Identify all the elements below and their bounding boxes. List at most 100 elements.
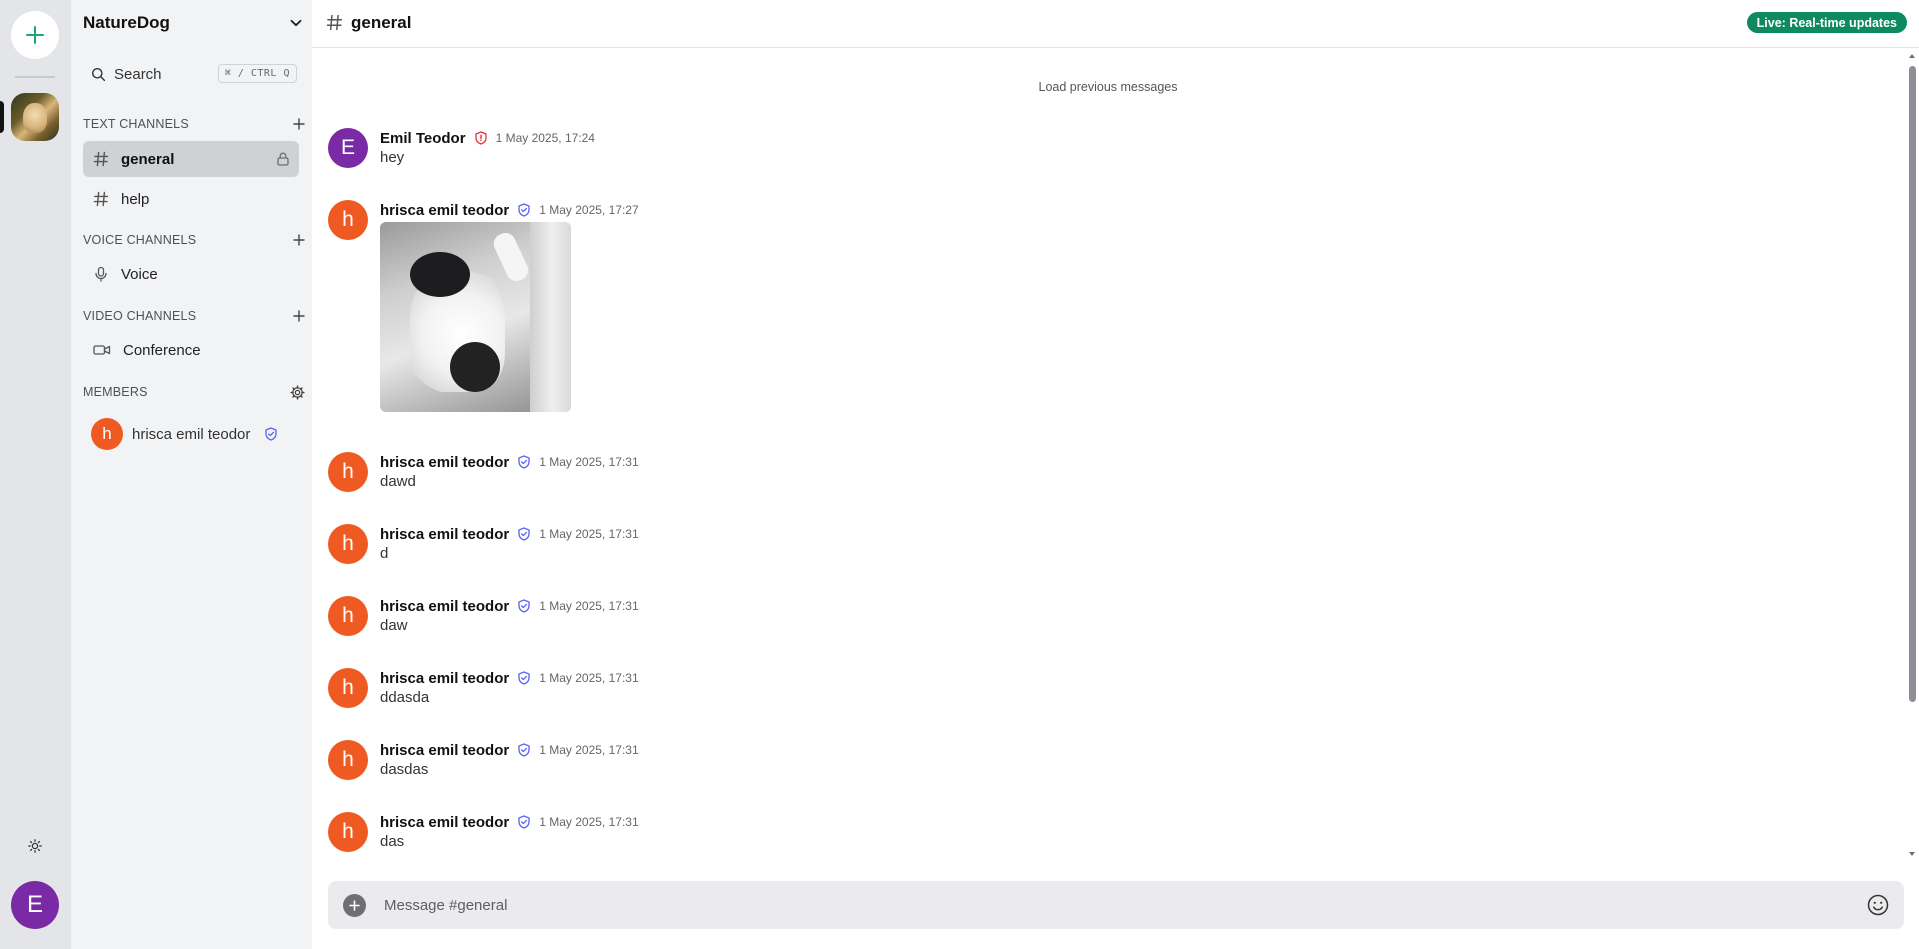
message-timestamp: 1 May 2025, 17:31: [539, 599, 639, 613]
emoji-icon[interactable]: [1866, 893, 1890, 917]
sun-icon: [28, 839, 42, 853]
section-title-video: VIDEO CHANNELS: [83, 309, 197, 323]
message-header: hrisca emil teodor 1 May 2025, 17:27: [380, 200, 639, 220]
add-text-channel-icon[interactable]: [293, 118, 305, 130]
message-header: hrisca emil teodor 1 May 2025, 17:31: [380, 524, 639, 544]
app-window: E NatureDog Search ⌘ / CTRL Q TEXT CHANN…: [0, 0, 1919, 949]
avatar[interactable]: h: [328, 740, 368, 780]
microphone-icon: [95, 266, 107, 282]
avatar[interactable]: h: [328, 452, 368, 492]
message-timestamp: 1 May 2025, 17:24: [495, 131, 595, 145]
gear-icon[interactable]: [290, 384, 305, 400]
active-server-indicator: [0, 101, 4, 133]
verified-shield-icon: [517, 599, 531, 613]
add-video-channel-icon[interactable]: [293, 310, 305, 322]
add-voice-channel-icon[interactable]: [293, 234, 305, 246]
verified-shield-icon: [517, 815, 531, 829]
cat-body-patch: [450, 342, 500, 392]
members-header: MEMBERS: [83, 383, 305, 401]
message-author[interactable]: hrisca emil teodor: [380, 454, 509, 471]
search-button[interactable]: Search ⌘ / CTRL Q: [83, 60, 301, 88]
channel-item-help[interactable]: help: [83, 181, 299, 217]
avatar[interactable]: h: [328, 668, 368, 708]
verified-shield-icon: [517, 527, 531, 541]
plus-icon: [26, 26, 44, 44]
add-server-button[interactable]: [11, 11, 59, 59]
verified-shield-icon: [517, 743, 531, 757]
message-author[interactable]: hrisca emil teodor: [380, 814, 509, 831]
message-author[interactable]: hrisca emil teodor: [380, 202, 509, 219]
channel-label: Conference: [123, 341, 201, 359]
channel-item-voice[interactable]: Voice: [83, 256, 299, 292]
hash-icon: [93, 151, 109, 167]
avatar[interactable]: h: [328, 812, 368, 852]
section-title-members: MEMBERS: [83, 385, 148, 399]
message-header: hrisca emil teodor 1 May 2025, 17:31: [380, 668, 639, 688]
message-author[interactable]: hrisca emil teodor: [380, 526, 509, 543]
message-author[interactable]: hrisca emil teodor: [380, 742, 509, 759]
server-rail: E: [0, 0, 71, 949]
scroll-up-arrow-icon[interactable]: [1908, 52, 1916, 60]
avatar[interactable]: E: [328, 128, 368, 168]
channel-sidebar: NatureDog Search ⌘ / CTRL Q TEXT CHANNEL…: [71, 0, 312, 949]
message-header: hrisca emil teodor 1 May 2025, 17:31: [380, 452, 639, 472]
server-name: NatureDog: [83, 13, 170, 32]
video-camera-icon: [93, 345, 111, 355]
message-timestamp: 1 May 2025, 17:31: [539, 743, 639, 757]
attach-button[interactable]: [343, 894, 366, 917]
page-title: general: [351, 13, 412, 32]
channel-label: help: [121, 190, 150, 208]
plus-icon: [349, 900, 360, 911]
verified-shield-icon: [265, 427, 278, 441]
cat-photo-attachment[interactable]: [380, 222, 571, 412]
avatar[interactable]: h: [328, 596, 368, 636]
message-text: ddasda: [380, 689, 430, 706]
scrollbar-thumb[interactable]: [1909, 66, 1916, 702]
message-composer: [328, 881, 1904, 929]
message-timestamp: 1 May 2025, 17:27: [539, 203, 639, 217]
message-header: hrisca emil teodor 1 May 2025, 17:31: [380, 596, 639, 616]
verified-shield-icon: [517, 671, 531, 685]
channel-item-conference[interactable]: Conference: [83, 332, 299, 368]
message-header: hrisca emil teodor 1 May 2025, 17:31: [380, 812, 639, 832]
message-author[interactable]: hrisca emil teodor: [380, 670, 509, 687]
hash-icon: [93, 191, 109, 207]
message-author[interactable]: Emil Teodor: [380, 130, 466, 147]
channel-item-general[interactable]: general: [83, 141, 299, 177]
section-title-voice: VOICE CHANNELS: [83, 233, 197, 247]
search-icon: [92, 67, 106, 81]
scroll-down-arrow-icon[interactable]: [1908, 850, 1916, 858]
admin-shield-icon: [474, 131, 488, 145]
verified-shield-icon: [517, 203, 531, 217]
message-text: dawd: [380, 473, 416, 490]
search-label: Search: [114, 65, 162, 83]
theme-toggle-button[interactable]: [24, 835, 46, 857]
message-timestamp: 1 May 2025, 17:31: [539, 815, 639, 829]
message-author[interactable]: hrisca emil teodor: [380, 598, 509, 615]
hash-icon: [326, 14, 343, 31]
video-channels-header: VIDEO CHANNELS: [83, 307, 305, 325]
avatar[interactable]: h: [328, 200, 368, 240]
cat-head-patch: [410, 252, 470, 297]
rail-divider: [15, 76, 55, 78]
avatar[interactable]: h: [328, 524, 368, 564]
message-header: hrisca emil teodor 1 May 2025, 17:31: [380, 740, 639, 760]
chevron-down-icon: [290, 19, 302, 27]
channel-label: general: [121, 150, 175, 168]
server-header[interactable]: NatureDog: [83, 12, 303, 34]
message-scrollbar[interactable]: [1908, 52, 1916, 858]
message-timestamp: 1 May 2025, 17:31: [539, 527, 639, 541]
user-avatar[interactable]: E: [11, 881, 59, 929]
voice-channels-header: VOICE CHANNELS: [83, 231, 305, 249]
verified-shield-icon: [517, 455, 531, 469]
message-timestamp: 1 May 2025, 17:31: [539, 455, 639, 469]
message-header: Emil Teodor 1 May 2025, 17:24: [380, 128, 595, 148]
message-input[interactable]: [384, 895, 1834, 915]
message-text: dasdas: [380, 761, 429, 778]
load-previous-button[interactable]: Load previous messages: [312, 80, 1904, 94]
live-status-badge: Live: Real-time updates: [1746, 12, 1907, 33]
member-item[interactable]: h hrisca emil teodor: [91, 417, 303, 451]
server-icon-naturedog[interactable]: [11, 93, 59, 141]
dog-image: [23, 103, 47, 133]
message-text: daw: [380, 617, 408, 634]
